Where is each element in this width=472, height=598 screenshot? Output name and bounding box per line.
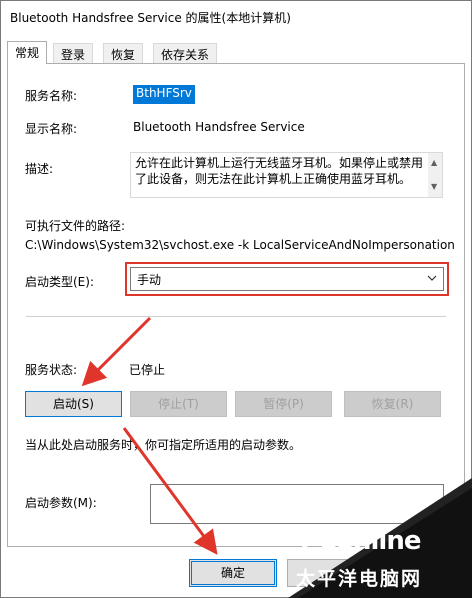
tab-general[interactable]: 常规 (7, 41, 48, 64)
exe-path-value: C:\Windows\System32\svchost.exe -k Local… (25, 238, 455, 252)
service-status-value: 已停止 (129, 363, 166, 377)
pconline-watermark: PConline 太平洋电脑网 (288, 478, 472, 598)
section-divider (26, 316, 446, 317)
title-bar: Bluetooth Handsfree Service 的属性(本地计算机) (1, 1, 471, 33)
scroll-up-icon[interactable]: ▲ (431, 155, 437, 171)
watermark-brand-cn: 太平洋电脑网 (296, 568, 423, 590)
watermark-brand: PConline (300, 526, 421, 556)
service-name-value[interactable]: BthHFSrv (133, 85, 195, 104)
window-title: Bluetooth Handsfree Service 的属性(本地计算机) (10, 11, 291, 25)
ok-button[interactable]: 确定 (189, 559, 277, 587)
startup-params-label: 启动参数(M): (25, 496, 97, 510)
tab-logon[interactable]: 登录 (53, 43, 94, 63)
tab-recovery[interactable]: 恢复 (103, 43, 144, 63)
annotation-highlight-box (125, 262, 449, 296)
description-text: 允许在此计算机上运行无线蓝牙耳机。如果停止或禁用了此设备，则无法在此计算机上正确… (135, 156, 424, 186)
description-scrollbar[interactable]: ▲ ▼ (428, 153, 442, 197)
service-status-label: 服务状态: (25, 363, 78, 377)
stop-button[interactable]: 停止(T) (130, 391, 227, 417)
scroll-down-icon[interactable]: ▼ (431, 179, 437, 195)
resume-button[interactable]: 恢复(R) (344, 391, 441, 417)
startup-params-hint: 当从此处启动服务时，你可指定所适用的启动参数。 (25, 438, 302, 452)
start-button[interactable]: 启动(S) (25, 391, 122, 417)
general-panel: 服务名称: BthHFSrv 显示名称: Bluetooth Handsfree… (7, 63, 465, 547)
description-label: 描述: (25, 162, 54, 176)
display-name-value[interactable]: Bluetooth Handsfree Service (133, 120, 305, 134)
ok-button-label: 确定 (220, 566, 245, 580)
tab-dependencies[interactable]: 依存关系 (153, 43, 218, 63)
description-box[interactable]: 允许在此计算机上运行无线蓝牙耳机。如果停止或禁用了此设备，则无法在此计算机上正确… (130, 152, 443, 198)
display-name-label: 显示名称: (25, 122, 78, 136)
service-name-label: 服务名称: (25, 89, 78, 103)
pause-button[interactable]: 暂停(P) (235, 391, 332, 417)
exe-path-label: 可执行文件的路径: (25, 219, 126, 233)
startup-type-label: 启动类型(E): (25, 275, 94, 289)
